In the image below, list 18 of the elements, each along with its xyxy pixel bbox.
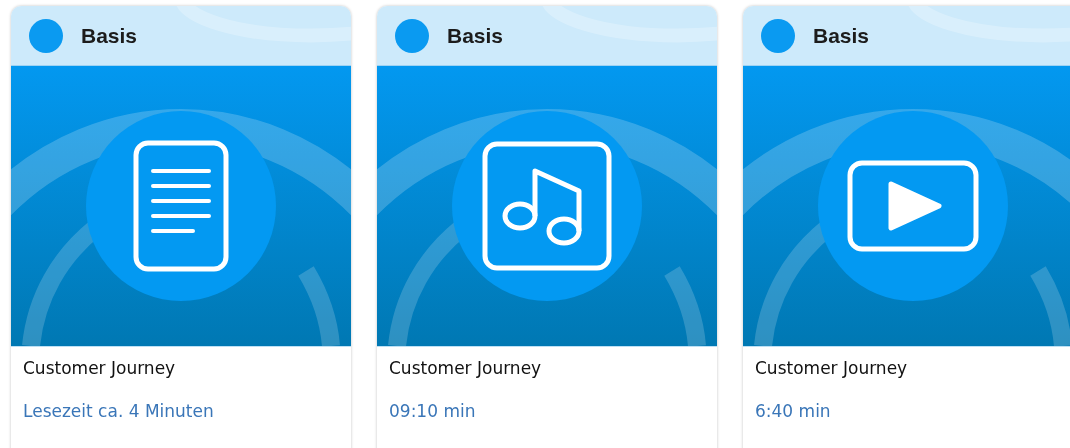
level-label: Basis: [447, 23, 504, 48]
dot-icon: [29, 18, 63, 53]
card-title: Customer Journey: [755, 358, 908, 378]
dot-icon: [395, 18, 429, 53]
duration-text: 09:10 min: [389, 401, 476, 421]
music-note-icon: [482, 141, 612, 271]
card[interactable]: Basis Customer Journey 6:40 min: [743, 6, 1070, 448]
duration-text: 6:40 min: [755, 401, 831, 421]
card[interactable]: Basis Customer Journey Lesezeit ca. 4 Minuten: [11, 6, 351, 448]
document-icon: [133, 140, 229, 272]
play-video-icon: [847, 160, 979, 252]
dot-icon: [761, 18, 795, 53]
card-title: Customer Journey: [389, 358, 542, 378]
duration-text: Lesezeit ca. 4 Minuten: [23, 401, 214, 421]
level-label: Basis: [81, 23, 138, 48]
level-label: Basis: [813, 23, 870, 48]
card[interactable]: Basis Customer Journey 09:10 min: [377, 6, 717, 448]
card-title: Customer Journey: [23, 358, 176, 378]
